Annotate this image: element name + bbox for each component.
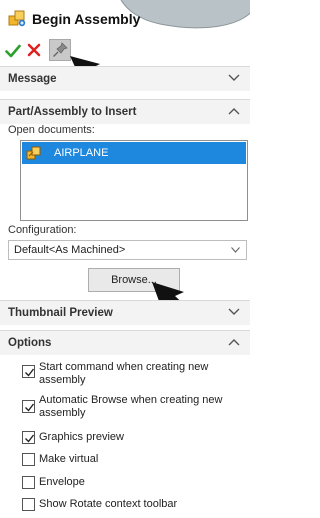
chevron-up-icon bbox=[228, 339, 240, 346]
configuration-value: Default<As Machined> bbox=[14, 244, 126, 256]
chevron-down-icon bbox=[228, 308, 240, 315]
checkbox[interactable] bbox=[22, 400, 35, 413]
checkbox[interactable] bbox=[22, 453, 35, 466]
checkbox[interactable] bbox=[22, 476, 35, 489]
chevron-up-icon bbox=[228, 108, 240, 115]
chevron-down-icon bbox=[231, 247, 240, 253]
pushpin-icon bbox=[53, 42, 68, 57]
open-documents-label: Open documents: bbox=[8, 124, 95, 136]
checkmark-icon bbox=[25, 368, 35, 377]
option-label: Automatic Browse when creating new assem… bbox=[39, 394, 223, 419]
list-item[interactable]: AIRPLANE bbox=[22, 142, 246, 164]
option-label: Show Rotate context toolbar bbox=[39, 498, 178, 510]
message-section-header[interactable]: Message bbox=[0, 66, 250, 91]
cancel-button[interactable] bbox=[27, 43, 41, 57]
checkmark-icon bbox=[25, 434, 35, 443]
checkbox[interactable] bbox=[22, 365, 35, 378]
close-icon bbox=[27, 43, 41, 57]
check-icon bbox=[5, 44, 21, 58]
checkmark-icon bbox=[25, 403, 35, 412]
action-row bbox=[0, 38, 250, 66]
begin-assembly-panel: Begin Assembly Message Part/Assembly to … bbox=[0, 0, 250, 518]
thumbnail-section-header[interactable]: Thumbnail Preview bbox=[0, 300, 250, 325]
open-documents-list[interactable]: AIRPLANE bbox=[20, 140, 248, 221]
checkbox[interactable] bbox=[22, 498, 35, 511]
part-insert-section-header[interactable]: Part/Assembly to Insert bbox=[0, 99, 250, 124]
assembly-icon bbox=[26, 145, 42, 161]
option-label: Make virtual bbox=[39, 453, 99, 465]
thumbnail-section-label: Thumbnail Preview bbox=[8, 307, 113, 319]
part-insert-section-label: Part/Assembly to Insert bbox=[8, 106, 137, 118]
message-section-label: Message bbox=[8, 73, 57, 85]
option-label: Start command when creating new assembly bbox=[39, 361, 209, 386]
document-name: AIRPLANE bbox=[54, 147, 109, 159]
chevron-down-icon bbox=[228, 74, 240, 81]
options-section-label: Options bbox=[8, 337, 52, 349]
checkbox[interactable] bbox=[22, 431, 35, 444]
ok-button[interactable] bbox=[5, 43, 21, 59]
option-label: Envelope bbox=[39, 476, 85, 488]
option-label: Graphics preview bbox=[39, 431, 124, 443]
configuration-label: Configuration: bbox=[8, 224, 77, 236]
configuration-select[interactable]: Default<As Machined> bbox=[8, 240, 247, 260]
assembly-icon bbox=[8, 9, 26, 27]
page-title: Begin Assembly bbox=[32, 11, 141, 27]
panel-header: Begin Assembly bbox=[0, 0, 250, 38]
options-section-header[interactable]: Options bbox=[0, 330, 250, 355]
